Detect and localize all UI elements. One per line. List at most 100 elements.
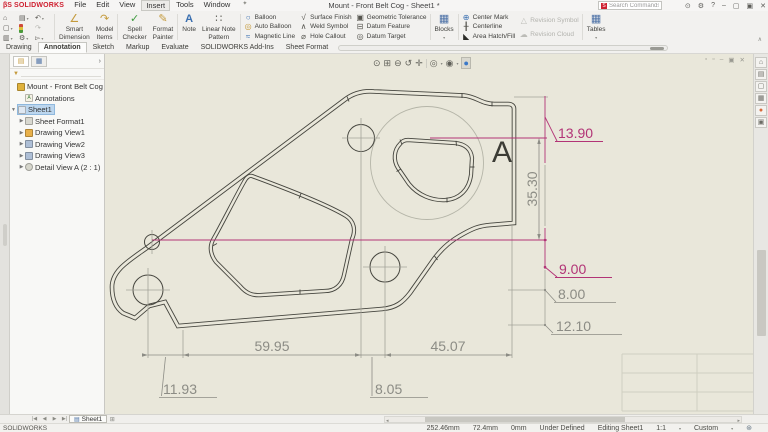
home-button[interactable]: ⌂: [3, 13, 19, 23]
menu-edit[interactable]: Edit: [92, 0, 113, 11]
menu-window[interactable]: Window: [200, 0, 235, 11]
menu-file[interactable]: File: [70, 0, 90, 11]
ribbon-auto-balloon[interactable]: ◎ Auto Balloon: [244, 22, 295, 31]
first-sheet-icon[interactable]: |◀: [30, 416, 39, 422]
horizontal-scrollbar[interactable]: ◂ ▸: [384, 416, 742, 424]
hide-show-items-icon[interactable]: ◉: [446, 58, 454, 69]
ribbon-collapse-icon[interactable]: ∧: [758, 36, 762, 43]
dim-8-05[interactable]: 8.05: [375, 381, 402, 397]
pan-icon[interactable]: ✛: [415, 58, 423, 69]
doc-restore-icon[interactable]: ▣: [728, 56, 734, 64]
left-panel-edge[interactable]: [0, 54, 10, 414]
search-input[interactable]: Search Commands: [609, 3, 659, 9]
collapse-arrow-icon[interactable]: ▼: [10, 107, 17, 113]
ribbon-blocks[interactable]: ▦ Blocks ▾: [432, 12, 457, 42]
help-icon[interactable]: ?: [711, 2, 715, 9]
units-dropdown-icon[interactable]: ▾: [731, 426, 733, 431]
gray-leader-dims[interactable]: 8.00 12.10: [543, 286, 622, 335]
tree-filter[interactable]: ▼: [10, 69, 104, 80]
graphics-area[interactable]: 59.95 45.07 11.93 8.05 35.30 8.00 12.10 …: [105, 54, 753, 414]
dim-59-95[interactable]: 59.95: [254, 338, 289, 354]
tab-scroll-track[interactable]: [338, 45, 669, 51]
expand-arrow-icon[interactable]: ▶: [18, 130, 25, 136]
menu-insert[interactable]: Insert: [141, 0, 171, 11]
selected-dims[interactable]: 13.90 9.00: [152, 96, 612, 278]
save-button[interactable]: ▤ ▾: [19, 13, 35, 23]
detail-circle[interactable]: [370, 106, 484, 220]
restore-button[interactable]: ▣: [747, 2, 754, 10]
vertical-scrollbar[interactable]: [757, 250, 766, 336]
ribbon-magnetic-line[interactable]: ≈ Magnetic Line: [244, 32, 295, 41]
status-units[interactable]: Custom: [694, 425, 718, 432]
next-sheet-icon[interactable]: ▶: [50, 416, 59, 422]
dim-12-10[interactable]: 12.10: [556, 318, 591, 334]
dim-13-90[interactable]: 13.90: [558, 125, 593, 141]
tab-sheet-format[interactable]: Sheet Format: [280, 42, 334, 53]
dim-35-30-group[interactable]: 35.30: [524, 138, 541, 240]
ribbon-format-painter[interactable]: ✎ Format Painter: [150, 12, 177, 42]
tab-sketch[interactable]: Sketch: [87, 42, 120, 53]
ribbon-surface-finish[interactable]: √ Surface Finish: [299, 13, 351, 22]
dim-8-00[interactable]: 8.00: [558, 286, 585, 302]
hide-show-dropdown-icon[interactable]: ▾: [456, 61, 458, 66]
rotate-view-icon[interactable]: ↺: [405, 58, 413, 69]
doc-cascade-icon[interactable]: ▫: [705, 56, 707, 64]
ribbon-note[interactable]: A Note: [179, 12, 199, 42]
globe-icon[interactable]: ⊛: [746, 424, 752, 432]
menu-tools[interactable]: Tools: [172, 0, 198, 11]
prev-sheet-icon[interactable]: ◀: [40, 416, 49, 422]
tables-dropdown-icon[interactable]: ▾: [595, 35, 597, 40]
ribbon-balloon[interactable]: ○ Balloon: [244, 13, 295, 22]
tree-item-detail-view-a[interactable]: ▶ Detail View A (2 : 1): [10, 162, 104, 174]
redo-button[interactable]: ↷: [35, 23, 51, 33]
horizontal-scroll-thumb[interactable]: [425, 417, 625, 422]
ribbon-hole-callout[interactable]: ⌀ Hole Callout: [299, 32, 352, 41]
last-sheet-icon[interactable]: ▶|: [60, 416, 69, 422]
doc-close-icon[interactable]: ✕: [740, 56, 745, 64]
ribbon-datum-feature[interactable]: ⊟ Datum Feature: [356, 22, 427, 31]
tree-item-sheet-format1[interactable]: ▶ Sheet Format1: [10, 116, 104, 128]
scale-dropdown-icon[interactable]: ▾: [679, 426, 681, 431]
display-style-icon[interactable]: ◎: [430, 58, 438, 69]
rebuild-button[interactable]: [19, 23, 35, 33]
tab-annotation[interactable]: Annotation: [37, 42, 87, 53]
close-button[interactable]: ✕: [760, 2, 766, 10]
ribbon-model-items[interactable]: ↷ Model Items: [93, 12, 117, 42]
tree-item-drawing-view3[interactable]: ▶ Drawing View3: [10, 150, 104, 162]
tree-item-drawing-view2[interactable]: ▶ Drawing View2: [10, 139, 104, 151]
tab-solidworks-add-ins[interactable]: SOLIDWORKS Add-Ins: [195, 42, 280, 53]
blocks-dropdown-icon[interactable]: ▾: [443, 35, 445, 40]
display-style-dropdown-icon[interactable]: ▾: [441, 61, 443, 66]
ribbon-linear-note-pattern[interactable]: ∷ Linear Note Pattern: [199, 12, 239, 42]
design-library-icon[interactable]: ▤: [755, 69, 767, 80]
doc-minimize-icon[interactable]: –: [720, 56, 724, 64]
feature-tree-tab-icon[interactable]: ▤: [13, 56, 29, 67]
search-icon[interactable]: ⊙: [685, 2, 691, 10]
ribbon-geometric-tolerance[interactable]: ▣ Geometric Tolerance: [356, 13, 426, 22]
ribbon-smart-dimension[interactable]: ∠ Smart Dimension: [56, 12, 93, 42]
panel-splitter-handle[interactable]: [3, 224, 7, 246]
tab-drawing[interactable]: Drawing: [0, 42, 38, 53]
doc-tile-icon[interactable]: ▫: [712, 56, 714, 64]
add-sheet-icon[interactable]: ⊞: [107, 416, 117, 423]
ribbon-revision-cloud[interactable]: ☁ Revision Cloud: [519, 29, 578, 39]
tab-markup[interactable]: Markup: [120, 42, 155, 53]
dim-35-30[interactable]: 35.30: [524, 171, 540, 206]
ribbon-spell-checker[interactable]: ✓ Spell Checker: [119, 12, 149, 42]
cutout-upper-right[interactable]: [392, 137, 475, 203]
expand-arrow-icon[interactable]: ▶: [18, 141, 25, 147]
tree-item-root[interactable]: Mount - Front Belt Cog: [10, 81, 104, 93]
tree-item-annotations[interactable]: A Annotations: [10, 93, 104, 105]
panel-expand-icon[interactable]: ›: [99, 58, 101, 65]
pin-menu-icon[interactable]: ✦: [238, 0, 251, 11]
ribbon-revision-symbol[interactable]: △ Revision Symbol: [519, 15, 579, 25]
tree-item-sheet1[interactable]: ▼ Sheet1: [10, 104, 104, 116]
custom-properties-icon[interactable]: ▣: [755, 117, 767, 128]
maximize-button[interactable]: ▢: [733, 2, 740, 10]
property-manager-tab-icon[interactable]: ▦: [31, 56, 47, 67]
expand-arrow-icon[interactable]: ▶: [18, 153, 25, 159]
detail-label[interactable]: A: [492, 136, 512, 169]
dim-45-07[interactable]: 45.07: [430, 338, 465, 354]
view-settings-icon[interactable]: ●: [461, 57, 471, 69]
status-sheet-scale[interactable]: 1:1: [656, 425, 666, 432]
